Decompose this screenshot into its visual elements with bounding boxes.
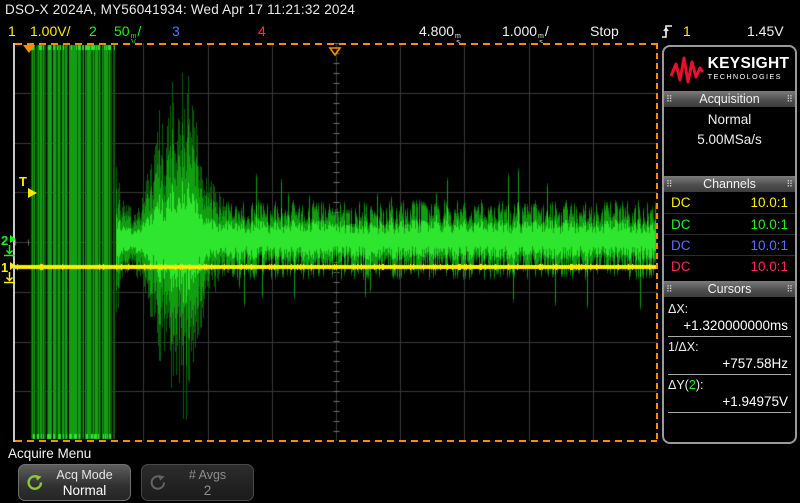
time-reference-marker	[328, 44, 342, 62]
keysight-pulse-icon	[670, 56, 704, 84]
ch2-ground-icon	[3, 245, 16, 260]
timebase-value: 1.000	[502, 23, 537, 39]
drag-dots-icon: ⠿	[786, 180, 793, 189]
run-state[interactable]: Stop	[590, 23, 619, 39]
trigger-level-marker-label[interactable]: T	[19, 174, 27, 189]
trigger-source[interactable]: 1	[683, 23, 691, 39]
drag-dots-icon: ⠿	[666, 180, 673, 189]
channels-section-header[interactable]: ⠿ Channels ⠿	[664, 176, 795, 192]
rotate-select-icon	[149, 474, 166, 491]
ch2-number[interactable]: 2	[89, 23, 97, 39]
drag-dots-icon: ⠿	[666, 285, 673, 294]
delta-y-channel: 2	[689, 378, 696, 392]
status-bar: 1 1.00V/ 2 50mV/ 3 4 4.800ms 1.000ms/ St…	[0, 20, 800, 43]
ch2-scale-number: 50	[114, 23, 130, 39]
graticule-right-border	[656, 43, 658, 442]
ch1-scale[interactable]: 1.00V/	[30, 23, 70, 39]
divider	[668, 374, 791, 375]
info-sidebar: KEYSIGHT TECHNOLOGIES ⠿ Acquisition ⠿ No…	[662, 45, 797, 444]
inverse-delta-x-value: +757.58Hz	[668, 356, 791, 372]
drag-dots-icon: ⠿	[786, 285, 793, 294]
probe-ratio: 10.0:1	[750, 238, 788, 253]
menu-title: Acquire Menu	[8, 446, 91, 461]
instrument-title: DSO-X 2024A, MY56041934: Wed Apr 17 11:2…	[5, 2, 355, 17]
delta-y-value: +1.94975V	[668, 394, 791, 410]
delta-x-value: +1.320000000ms	[668, 318, 791, 334]
ch1-ground-icon	[3, 272, 16, 287]
softkey-label: Acq Mode	[56, 468, 112, 483]
timebase-suffix: /	[545, 23, 549, 39]
cursor-readouts: ΔX: +1.320000000ms 1/ΔX: +757.58Hz ΔY(2)…	[664, 297, 795, 413]
channels-header-label: Channels	[673, 177, 787, 191]
acquisition-section-header[interactable]: ⠿ Acquisition ⠿	[664, 91, 795, 107]
ch1-ground-marker[interactable]: 1	[1, 259, 15, 277]
brand-name: KEYSIGHT	[708, 57, 790, 70]
brand-subtitle: TECHNOLOGIES	[708, 70, 790, 83]
drag-dots-icon: ⠿	[666, 95, 673, 104]
divider	[668, 336, 791, 337]
inverse-delta-x-label: 1/ΔX:	[668, 340, 791, 356]
ch3-number[interactable]: 3	[172, 23, 180, 39]
coupling-label: DC	[671, 195, 691, 210]
divider	[668, 412, 791, 413]
coupling-label: DC	[671, 259, 691, 274]
softkey-num-avgs[interactable]: # Avgs 2	[141, 464, 254, 501]
cursors-header-label: Cursors	[673, 282, 787, 296]
waveform-display[interactable]	[15, 43, 657, 441]
trigger-level-arrow[interactable]	[28, 188, 37, 198]
channel-list: DC 10.0:1 DC 10.0:1 DC 10.0:1 DC 10.0:1	[664, 192, 795, 276]
coupling-label: DC	[671, 238, 691, 253]
probe-ratio: 10.0:1	[750, 195, 788, 210]
delta-y-label: ΔY(2):	[668, 378, 791, 394]
delta-x-label: ΔX:	[668, 302, 791, 318]
channel-row-3[interactable]: DC 10.0:1	[664, 234, 795, 255]
drag-dots-icon: ⠿	[786, 95, 793, 104]
softkey-label: # Avgs	[189, 468, 226, 483]
rising-edge-icon	[661, 24, 673, 42]
ch2-marker-arrow	[10, 235, 16, 243]
ch1-marker-arrow	[10, 262, 16, 270]
ch4-number[interactable]: 4	[258, 23, 266, 39]
ch2-ground-marker[interactable]: 2	[1, 232, 15, 250]
channel-row-4[interactable]: DC 10.0:1	[664, 255, 795, 276]
channel-row-1[interactable]: DC 10.0:1	[664, 192, 795, 213]
rotate-select-icon	[26, 474, 43, 491]
probe-ratio: 10.0:1	[750, 217, 788, 232]
cursors-section-header[interactable]: ⠿ Cursors ⠿	[664, 281, 795, 297]
acquisition-header-label: Acquisition	[673, 92, 787, 106]
keysight-logo: KEYSIGHT TECHNOLOGIES	[664, 54, 795, 86]
coupling-label: DC	[671, 217, 691, 232]
trigger-position-marker[interactable]	[23, 45, 35, 53]
softkey-acq-mode[interactable]: Acq Mode Normal	[18, 464, 131, 501]
sample-rate: 5.00MSa/s	[664, 132, 795, 147]
probe-ratio: 10.0:1	[750, 259, 788, 274]
softkey-value: 2	[204, 483, 212, 498]
oscilloscope-screen: DSO-X 2024A, MY56041934: Wed Apr 17 11:2…	[0, 0, 800, 503]
graticule-bottom-border	[15, 440, 657, 442]
acquisition-mode: Normal	[664, 112, 795, 127]
channel-row-2[interactable]: DC 10.0:1	[664, 213, 795, 234]
ch2-scale-suffix: /	[137, 23, 141, 39]
trigger-level[interactable]: 1.45V	[747, 23, 784, 39]
delay-value: 4.800	[419, 23, 454, 39]
ch1-number[interactable]: 1	[8, 23, 16, 39]
waveform-canvas[interactable]	[15, 43, 657, 441]
softkey-value: Normal	[63, 483, 107, 498]
